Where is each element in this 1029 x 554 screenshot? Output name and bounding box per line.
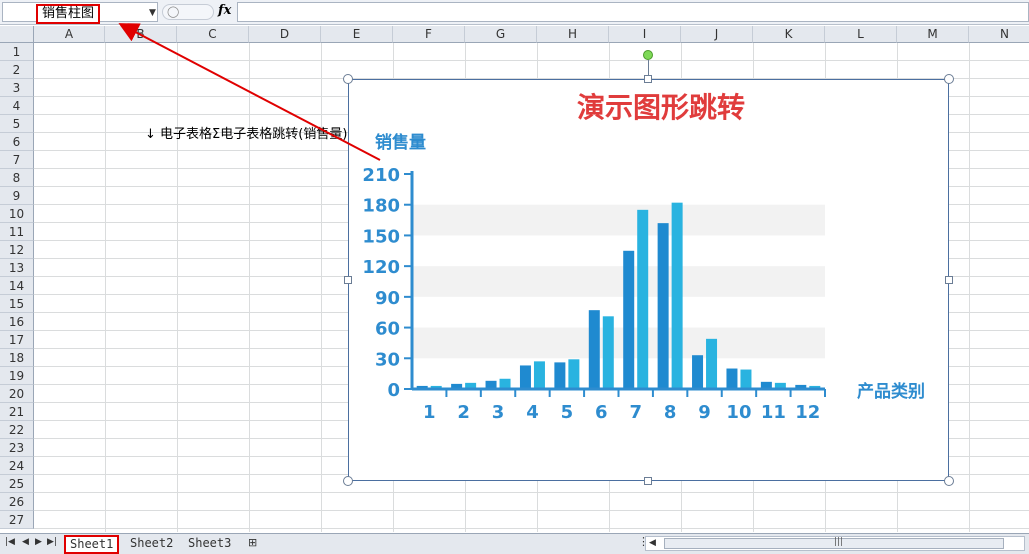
horizontal-scrollbar[interactable]: ◀ ||| [645, 536, 1025, 551]
annotation-arrow [118, 23, 381, 161]
last-sheet-icon[interactable]: ▶| [47, 537, 57, 547]
scroll-left-icon[interactable]: ◀ [649, 538, 656, 548]
prev-sheet-icon[interactable]: ◀ [22, 537, 29, 547]
tab-sheet3[interactable]: Sheet3 [184, 535, 235, 552]
first-sheet-icon[interactable]: |◀ [5, 537, 15, 547]
horizontal-scroll-thumb[interactable]: ||| [664, 537, 1004, 549]
insert-sheet-icon[interactable]: ⊞ [248, 536, 257, 549]
scroll-grip-icon: ||| [834, 537, 844, 547]
sheet-tabs-bar: |◀ ◀ ▶ ▶| Sheet1 Sheet2 Sheet3 ⊞ ⋮ ◀ ||| [0, 533, 1029, 554]
next-sheet-icon[interactable]: ▶ [35, 537, 42, 547]
tab-sheet2[interactable]: Sheet2 [126, 535, 177, 552]
annotation-overlay [118, 23, 381, 161]
tab-sheet1[interactable]: Sheet1 [64, 535, 120, 554]
